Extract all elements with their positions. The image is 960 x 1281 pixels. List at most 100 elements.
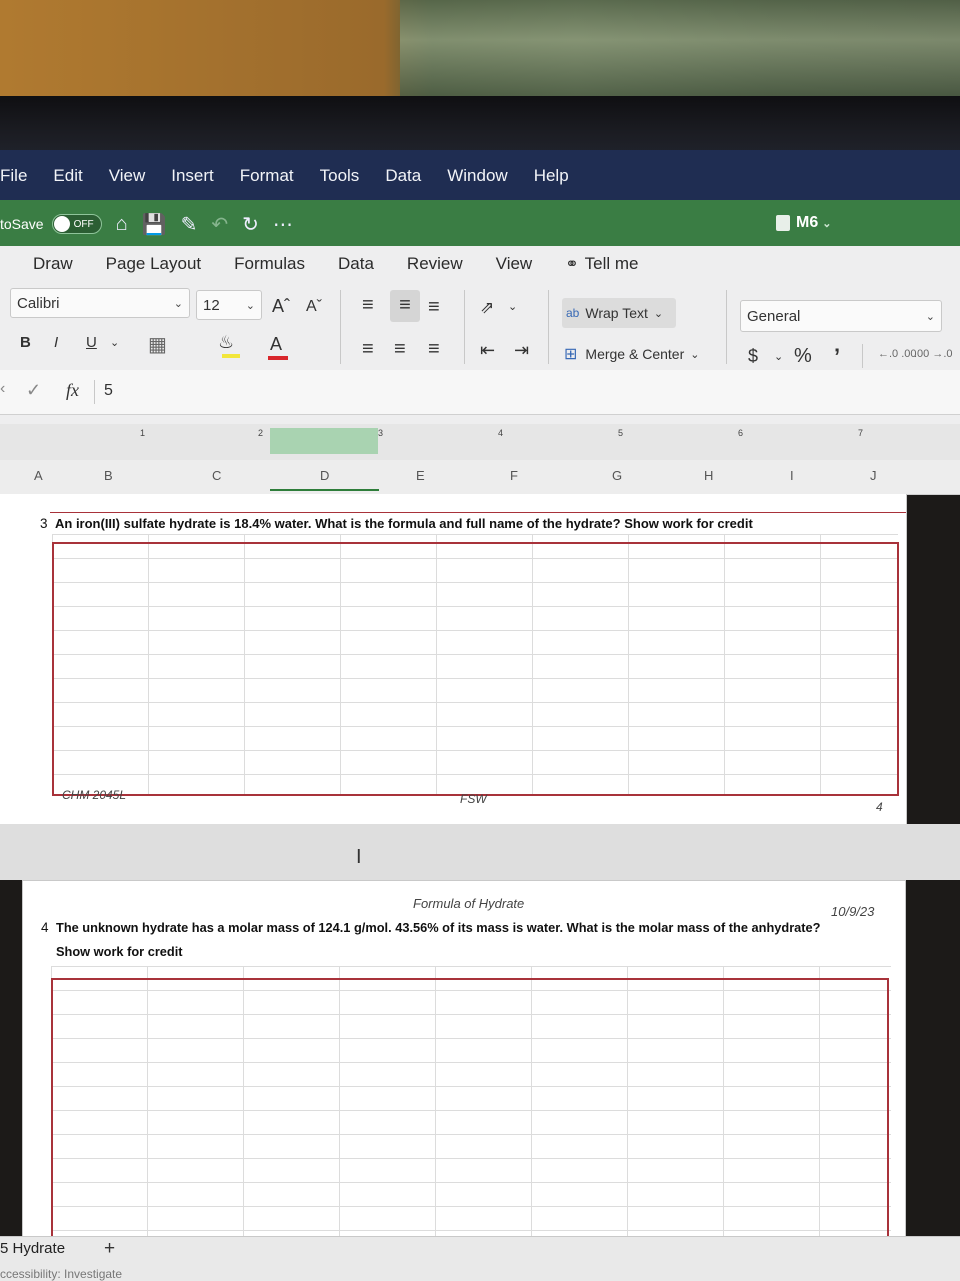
shrink-font-button[interactable]: Aˇ (306, 298, 322, 316)
align-bottom-icon[interactable]: ≡ (428, 296, 440, 319)
toggle-state: OFF (73, 218, 94, 230)
increase-decimal-button[interactable]: ←.0 .00 (878, 348, 917, 360)
accessibility-status[interactable]: ccessibility: Investigate (0, 1267, 122, 1281)
align-top-icon[interactable]: ≡ (362, 294, 374, 317)
font-name-value: Calibri (17, 294, 60, 312)
ruler-mark: 1 (140, 428, 146, 438)
column-header-d[interactable]: D (270, 468, 380, 491)
question-4-line2[interactable]: Show work for credit (56, 944, 183, 959)
file-title[interactable]: M6 ⌄ (776, 214, 831, 232)
chevron-down-icon[interactable]: ⌄ (110, 336, 119, 349)
column-header-b[interactable]: B (104, 468, 113, 483)
font-name-select[interactable]: Calibri ⌄ (10, 288, 190, 318)
percent-button[interactable]: % (794, 345, 812, 368)
menu-bar: File Edit View Insert Format Tools Data … (0, 150, 960, 202)
cancel-icon[interactable]: ‹ (0, 380, 5, 398)
function-icon[interactable]: fx (66, 380, 79, 401)
redo-icon[interactable]: ↻ (242, 212, 259, 237)
wrap-text-button[interactable]: ab Wrap Text ⌄ (562, 298, 676, 328)
page-ruler: 1 2 3 4 5 6 7 (0, 424, 960, 461)
column-header-f[interactable]: F (510, 468, 518, 483)
column-header-i[interactable]: I (790, 468, 794, 483)
home-icon[interactable]: ⌂ (116, 213, 128, 236)
chevron-down-icon[interactable]: ⌄ (508, 300, 517, 313)
number-format-select[interactable]: General ⌄ (740, 300, 942, 332)
tab-formulas[interactable]: Formulas (234, 254, 305, 274)
chevron-down-icon[interactable]: ⌄ (774, 350, 783, 363)
photo-scene (400, 0, 960, 100)
align-right-icon[interactable]: ≡ (428, 338, 440, 361)
comma-style-button[interactable]: ’ (834, 344, 840, 370)
tab-data[interactable]: Data (338, 254, 374, 274)
question-4-text[interactable]: The unknown hydrate has a molar mass of … (56, 920, 821, 935)
column-header-c[interactable]: C (212, 468, 221, 483)
grow-font-button[interactable]: Aˆ (272, 296, 290, 317)
merge-center-button[interactable]: ⊞ Merge & Center ⌄ (564, 344, 699, 364)
divider (862, 344, 863, 368)
ruler-mark: 5 (618, 428, 624, 438)
undo-icon[interactable]: ↶ (211, 212, 228, 237)
column-header-h[interactable]: H (704, 468, 713, 483)
menu-tools[interactable]: Tools (320, 166, 360, 186)
font-color-button[interactable]: A (270, 334, 282, 355)
currency-button[interactable]: $ (748, 346, 758, 367)
column-header-e[interactable]: E (416, 468, 425, 483)
divider (726, 290, 727, 364)
menu-format[interactable]: Format (240, 166, 294, 186)
column-header-j[interactable]: J (870, 468, 877, 483)
chevron-down-icon: ⌄ (173, 297, 183, 310)
underline-button[interactable]: U (86, 334, 97, 351)
menu-file[interactable]: File (0, 166, 27, 186)
save-icon[interactable]: 💾 (142, 212, 167, 237)
column-header-g[interactable]: G (612, 468, 622, 483)
menu-window[interactable]: Window (447, 166, 507, 186)
answer-box (51, 978, 889, 1252)
more-icon[interactable]: ⋯ (273, 212, 293, 237)
menu-view[interactable]: View (109, 166, 146, 186)
menu-data[interactable]: Data (385, 166, 421, 186)
autosave-toggle[interactable]: OFF (51, 214, 102, 234)
decrease-decimal-button[interactable]: .00 →.0 (914, 348, 953, 360)
question-3-text[interactable]: An iron(III) sulfate hydrate is 18.4% wa… (55, 516, 753, 531)
confirm-icon[interactable]: ✓ (26, 380, 41, 401)
tell-me[interactable]: ⚭ Tell me (565, 254, 638, 274)
fill-color-icon[interactable]: ♨ (218, 332, 234, 353)
tab-review[interactable]: Review (407, 254, 463, 274)
sheet-tab-hydrate[interactable]: 5 Hydrate (0, 1240, 65, 1257)
menu-insert[interactable]: Insert (171, 166, 214, 186)
add-sheet-button[interactable]: + (104, 1238, 115, 1260)
chevron-down-icon: ⌄ (690, 348, 700, 361)
increase-indent-icon[interactable]: ⇥ (514, 340, 529, 361)
decrease-indent-icon[interactable]: ⇤ (480, 340, 495, 361)
chevron-down-icon: ⌄ (822, 217, 832, 230)
tab-view[interactable]: View (496, 254, 533, 274)
ruler-mark: 3 (378, 428, 384, 438)
ruler-mark: 2 (258, 428, 264, 438)
menu-edit[interactable]: Edit (53, 166, 82, 186)
print-page-2: Formula of Hydrate 10/9/23 4 The unknown… (22, 880, 906, 1252)
borders-icon[interactable]: ▦ (148, 332, 167, 357)
edit-save-icon[interactable]: ✎ (181, 212, 198, 237)
quick-access-toolbar: toSave OFF ⌂ 💾 ✎ ↶ ↻ ⋯ M6 ⌄ (0, 200, 960, 248)
page-top-edge (23, 880, 905, 881)
header-title: Formula of Hydrate (413, 896, 525, 911)
page-break-line (50, 512, 906, 513)
divider (548, 290, 549, 364)
italic-button[interactable]: I (54, 334, 58, 351)
menu-help[interactable]: Help (534, 166, 569, 186)
align-middle-icon[interactable]: ≡ (390, 290, 420, 322)
tab-page-layout[interactable]: Page Layout (106, 254, 201, 274)
font-size-select[interactable]: 12 ⌄ (196, 290, 262, 320)
bold-button[interactable]: B (20, 334, 31, 351)
formula-input[interactable]: 5 (104, 382, 113, 400)
ribbon-tabs: Draw Page Layout Formulas Data Review Vi… (0, 246, 960, 282)
autosave-label: toSave (0, 216, 44, 232)
tab-draw[interactable]: Draw (33, 254, 73, 274)
align-left-icon[interactable]: ≡ (362, 338, 374, 361)
column-header-a[interactable]: A (34, 468, 43, 483)
orientation-icon[interactable]: ⇗ (480, 298, 494, 318)
ruler-selection (270, 428, 378, 454)
align-center-icon[interactable]: ≡ (394, 338, 406, 361)
document-icon (776, 215, 790, 231)
chevron-down-icon: ⌄ (925, 310, 935, 323)
